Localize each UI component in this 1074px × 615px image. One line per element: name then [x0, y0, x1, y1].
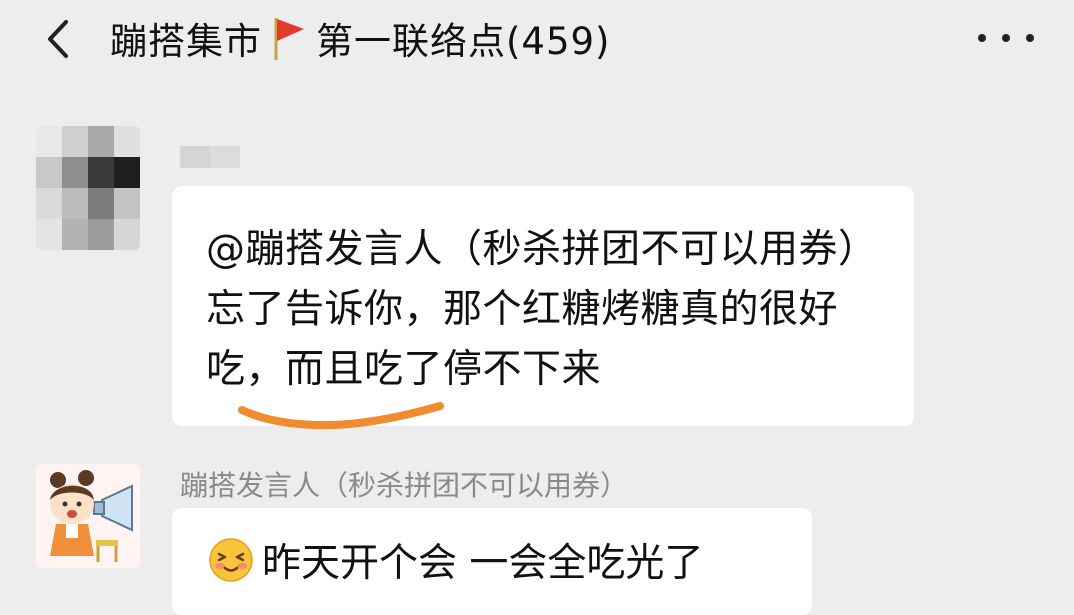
- red-flag-icon: [270, 14, 310, 62]
- ellipsis-icon[interactable]: [978, 28, 1034, 48]
- avatar[interactable]: [36, 464, 140, 568]
- message-text: @蹦搭发言人（秒杀拼团不可以用券）忘了告诉你，那个红糖烤糖真的很好吃，而且吃了停…: [206, 227, 878, 392]
- message-text: 昨天开个会 一会全吃光了: [262, 541, 704, 586]
- message-bubble[interactable]: 昨天开个会 一会全吃光了: [172, 508, 812, 615]
- group-name: 蹦搭集市: [110, 20, 262, 63]
- message-bubble[interactable]: @蹦搭发言人（秒杀拼团不可以用券）忘了告诉你，那个红糖烤糖真的很好吃，而且吃了停…: [172, 186, 914, 426]
- chat-header: 蹦搭集市 第一联络点(459): [0, 0, 1074, 80]
- avatar[interactable]: [36, 126, 140, 250]
- chat-title: 蹦搭集市 第一联络点(459): [110, 10, 611, 66]
- blushing-face-emoji-icon: [209, 538, 253, 582]
- group-subtitle: 第一联络点(459): [316, 20, 611, 63]
- blurred-sender-name: [180, 146, 240, 168]
- chevron-left-icon[interactable]: [40, 14, 80, 64]
- sender-name: 蹦搭发言人（秒杀拼团不可以用券）: [180, 469, 629, 502]
